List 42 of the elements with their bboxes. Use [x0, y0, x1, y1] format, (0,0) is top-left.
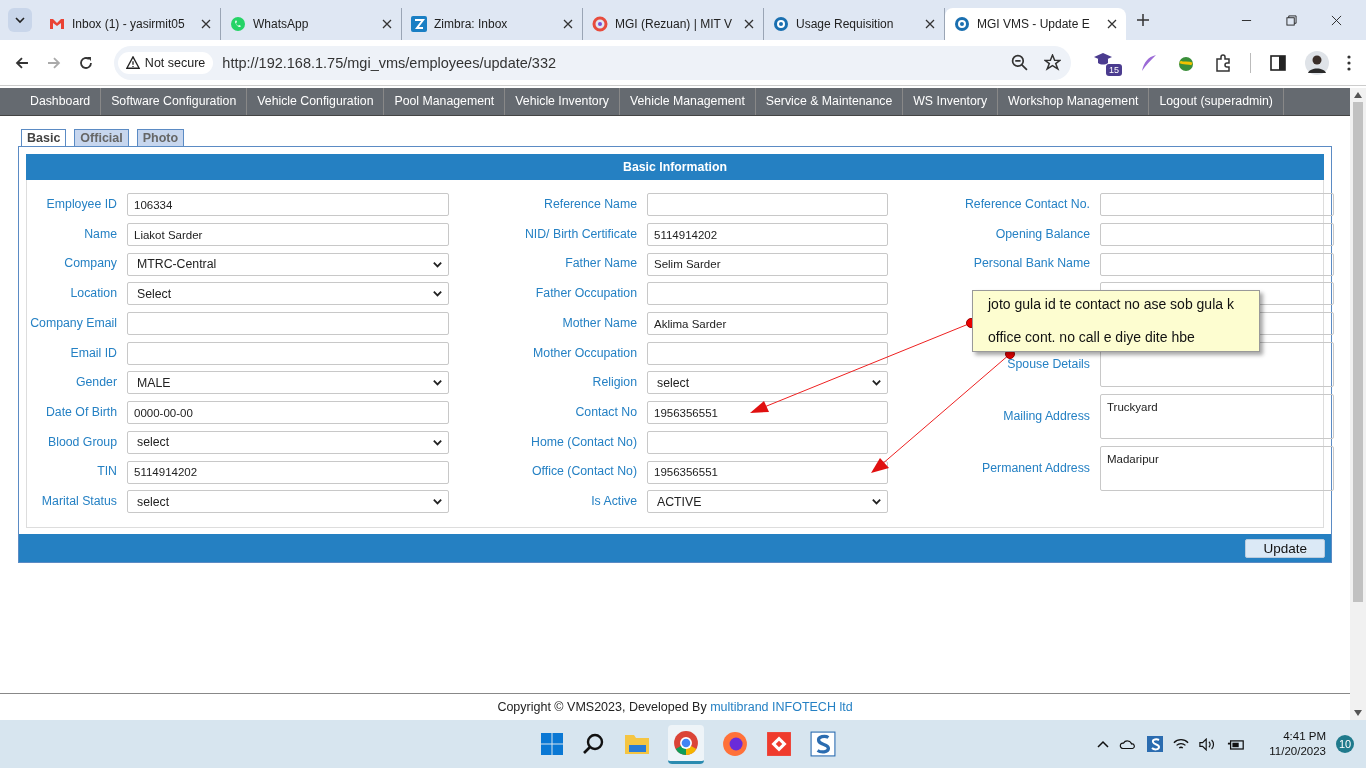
- field-label: Permanent Address: [982, 460, 1090, 475]
- field-label: Spouse Details: [1007, 356, 1090, 371]
- field-label: Home (Contact No): [531, 434, 637, 449]
- date-text: 11/20/2023: [1269, 744, 1326, 759]
- field-label: Reference Name: [544, 197, 637, 212]
- note-text: joto gula id te contact no ase sob gula k: [988, 295, 1235, 314]
- field-label: Location: [70, 286, 117, 301]
- field-label: Contact No: [575, 404, 637, 419]
- tab-title: Usage Requisition: [796, 17, 895, 31]
- field-label: Personal Bank Name: [973, 256, 1090, 271]
- url-text: http://192.168.1.75/mgi_vms/employees/update/332: [222, 54, 557, 71]
- field-label: Gender: [75, 375, 117, 390]
- field-label: Company Email: [30, 315, 117, 330]
- field-label: Father Name: [565, 256, 637, 271]
- field-label: Opening Balance: [995, 226, 1090, 241]
- field-label: Company: [64, 256, 117, 271]
- field-label: Father Occupation: [535, 286, 637, 301]
- field-label: Blood Group: [47, 434, 117, 449]
- tab-title: MGI VMS - Update E: [977, 17, 1091, 31]
- tab-title: MGI (Rezuan) | MIT V: [615, 17, 733, 31]
- field-label: TIN: [97, 464, 117, 479]
- note-text: office cont. no call e diye dite hbe: [988, 328, 1196, 347]
- extension-badge: 15: [1106, 63, 1122, 76]
- field-label: Name: [84, 226, 117, 241]
- tab-title: Inbox (1) - yasirmit05: [72, 17, 186, 31]
- field-label: Employee ID: [46, 197, 117, 212]
- field-label: Reference Contact No.: [964, 197, 1090, 212]
- field-label: Marital Status: [41, 493, 117, 508]
- field-label: Mailing Address: [1003, 408, 1090, 423]
- copyright-text: Copyright © VMS2023, Developed By multibrand INFOTECH ltd: [497, 700, 853, 714]
- field-label: Date Of Birth: [45, 404, 117, 419]
- tab-title: WhatsApp: [253, 17, 310, 31]
- field-label: Email ID: [70, 345, 117, 360]
- field-label: Religion: [592, 375, 637, 390]
- panel-header: Basic Information: [26, 154, 1324, 180]
- field-label: Mother Name: [562, 315, 637, 330]
- time-text: 4:41 PM: [1283, 729, 1326, 744]
- field-label: Mother Occupation: [533, 345, 637, 360]
- field-label: NID/ Birth Certificate: [524, 226, 637, 241]
- tab-title: Zimbra: Inbox: [434, 17, 509, 31]
- field-label: Office (Contact No): [531, 464, 637, 479]
- field-label: Is Active: [591, 493, 637, 508]
